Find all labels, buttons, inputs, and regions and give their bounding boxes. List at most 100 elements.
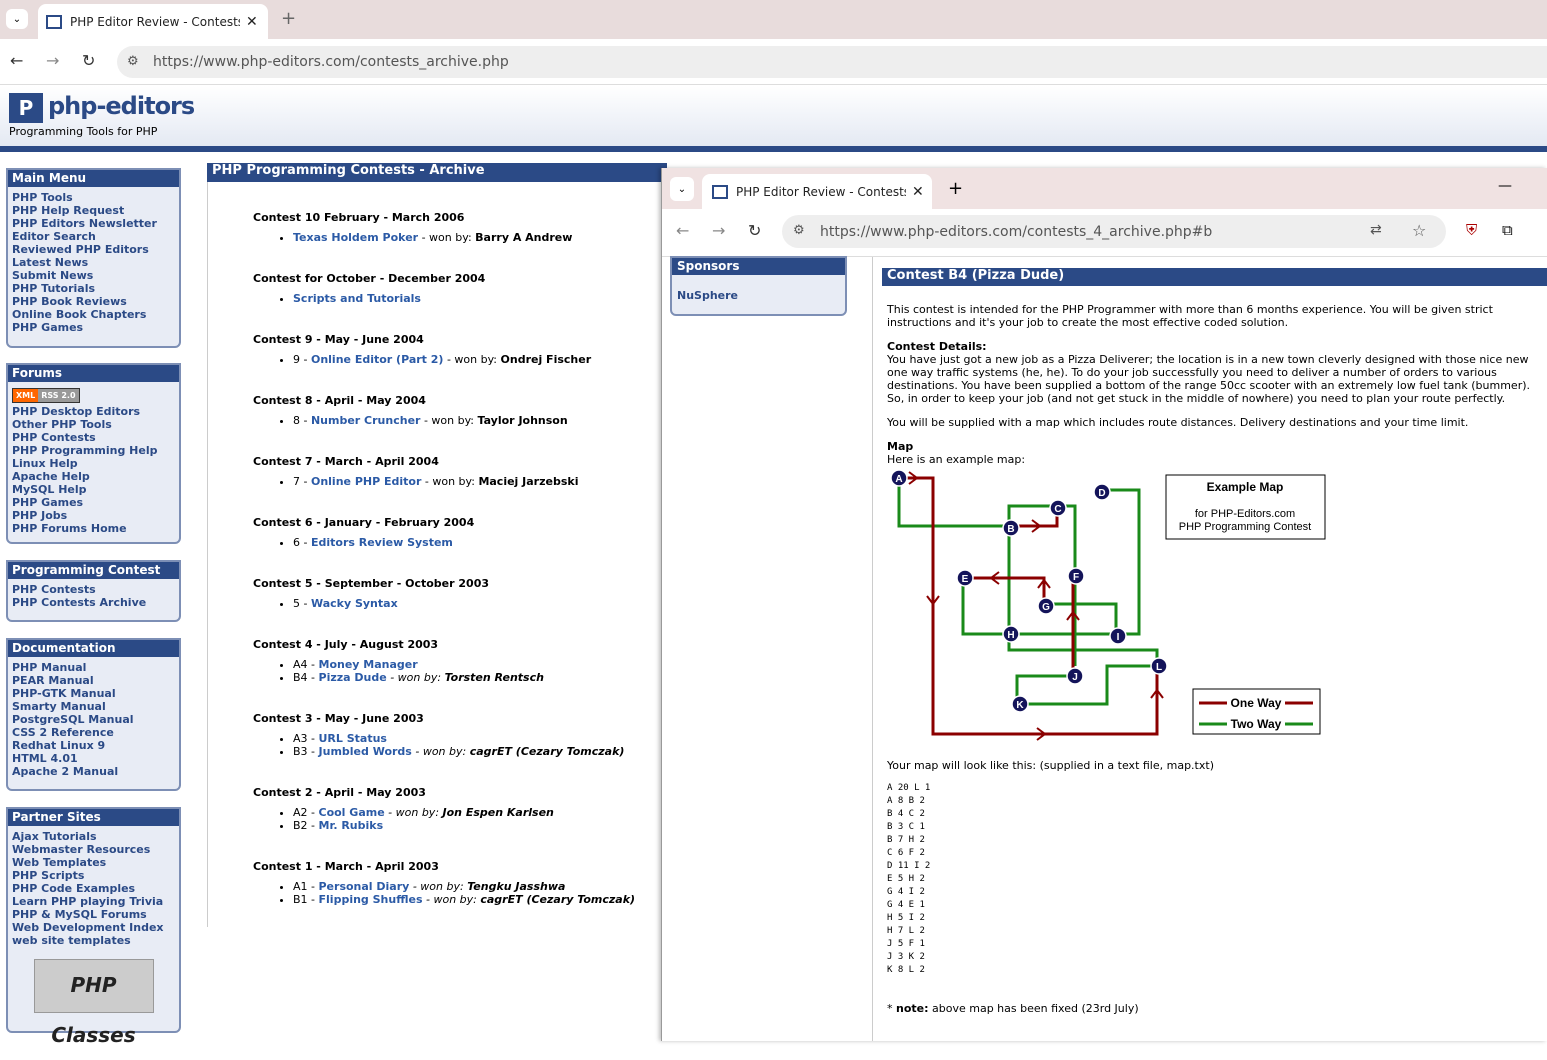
sidebar-link[interactable]: Apache 2 Manual (12, 765, 175, 778)
close-tab-icon[interactable]: ✕ (912, 184, 924, 200)
sidebar-link[interactable]: PHP Contests (12, 583, 175, 596)
sidebar-link[interactable]: MySQL Help (12, 483, 175, 496)
sidebar-link[interactable]: PHP & MySQL Forums (12, 908, 175, 921)
map-subtitle: Here is an example map: (887, 453, 1026, 466)
logo-icon[interactable]: P (9, 93, 43, 123)
back-icon[interactable]: ← (676, 221, 689, 240)
contest-block: Contest 7 - March - April 2004 7 - Online… (253, 455, 653, 488)
sidebar-link[interactable]: Linux Help (12, 457, 175, 470)
browser-tab-2[interactable]: PHP Editor Review - Contests 4 ✕ (702, 174, 932, 209)
sidebar-link[interactable]: PHP Games (12, 496, 175, 509)
contest-link[interactable]: Online Editor (Part 2) (311, 353, 443, 366)
sidebar-link[interactable]: PHP Help Request (12, 204, 175, 217)
sidebar-link[interactable]: Web Templates (12, 856, 175, 869)
sidebar-link[interactable]: Web Development Index (12, 921, 175, 934)
extension-shield-icon[interactable]: ⛨ (1466, 221, 1477, 239)
documentation-box: Documentation PHP Manual PEAR Manual PHP-G… (6, 638, 181, 791)
contest-entry: 6 - Editors Review System (293, 536, 653, 549)
sidebar-link[interactable]: PostgreSQL Manual (12, 713, 175, 726)
close-tab-icon[interactable]: ✕ (246, 14, 258, 30)
contest-link[interactable]: Pizza Dude (319, 671, 387, 684)
documentation-title: Documentation (8, 640, 179, 657)
reload-icon[interactable]: ↻ (748, 221, 761, 240)
contest-link[interactable]: Flipping Shuffles (319, 893, 423, 906)
back-icon[interactable]: ← (10, 51, 23, 70)
contest-link[interactable]: Money Manager (319, 658, 418, 671)
map-node-label: E (962, 574, 969, 585)
browser-tab[interactable]: PHP Editor Review - Contests A ✕ (38, 4, 268, 39)
sidebar-link[interactable]: HTML 4.01 (12, 752, 175, 765)
php-classes-banner[interactable]: PHP Classes (33, 959, 154, 1047)
rss-badge[interactable]: XML RSS 2.0 (12, 388, 80, 403)
new-tab-button[interactable]: + (281, 8, 296, 29)
header-divider (0, 146, 1547, 152)
contest-link[interactable]: Wacky Syntax (311, 597, 398, 610)
contest-link[interactable]: Cool Game (319, 806, 385, 819)
sidebar-link[interactable]: Smarty Manual (12, 700, 175, 713)
address-bar-2[interactable]: ⚙ https://www.php-editors.com/contests_4… (782, 215, 1446, 248)
sidebar-link[interactable]: PEAR Manual (12, 674, 175, 687)
sidebar-link[interactable]: Other PHP Tools (12, 418, 175, 431)
sidebar-link[interactable]: Editor Search (12, 230, 175, 243)
sidebar-link[interactable]: Redhat Linux 9 (12, 739, 175, 752)
tab-search-button[interactable]: ⌄ (6, 9, 28, 29)
sidebar-link[interactable]: Submit News (12, 269, 175, 282)
sidebar-link[interactable]: PHP Manual (12, 661, 175, 674)
sidebar-link[interactable]: Reviewed PHP Editors (12, 243, 175, 256)
sidebar-link[interactable]: PHP Editors Newsletter (12, 217, 175, 230)
sidebar-link[interactable]: PHP Scripts (12, 869, 175, 882)
contest-entry: Texas Holdem Poker - won by: Barry A And… (293, 231, 653, 244)
reload-icon[interactable]: ↻ (82, 51, 95, 70)
sidebar-link[interactable]: PHP Code Examples (12, 882, 175, 895)
contest-link[interactable]: Online PHP Editor (311, 475, 421, 488)
sidebar-link[interactable]: PHP Contests Archive (12, 596, 175, 609)
contest-link[interactable]: Editors Review System (311, 536, 453, 549)
contest-link[interactable]: URL Status (319, 732, 387, 745)
sidebar-link[interactable]: PHP Tools (12, 191, 175, 204)
sidebar-link[interactable]: Ajax Tutorials (12, 830, 175, 843)
site-info-icon[interactable]: ⚙ (793, 223, 805, 238)
nav-bar-2: ← → ↻ ⚙ https://www.php-editors.com/cont… (662, 209, 1547, 257)
contest-link[interactable]: Mr. Rubiks (319, 819, 384, 832)
contest-entries: 8 - Number Cruncher - won by: Taylor Joh… (253, 414, 653, 427)
contest-link[interactable]: Scripts and Tutorials (293, 292, 421, 305)
sidebar-link[interactable]: Online Book Chapters (12, 308, 175, 321)
map-node-label: G (1042, 602, 1050, 613)
sidebar-link[interactable]: CSS 2 Reference (12, 726, 175, 739)
sidebar-link[interactable]: Webmaster Resources (12, 843, 175, 856)
sidebar-link[interactable]: PHP Programming Help (12, 444, 175, 457)
sidebar-link[interactable]: PHP Desktop Editors (12, 405, 175, 418)
bookmark-star-icon[interactable]: ☆ (1412, 221, 1426, 240)
sponsor-link[interactable]: NuSphere (672, 275, 845, 314)
sidebar-link[interactable]: PHP Jobs (12, 509, 175, 522)
sidebar-link[interactable]: Latest News (12, 256, 175, 269)
contest-link[interactable]: Number Cruncher (311, 414, 420, 427)
minimize-icon[interactable]: — (1498, 178, 1512, 194)
forward-icon[interactable]: → (712, 221, 725, 240)
sidebar-link[interactable]: Learn PHP playing Trivia (12, 895, 175, 908)
contest-block: Contest 3 - May - June 2003 A3 - URL Stat… (253, 712, 653, 758)
address-bar[interactable]: ⚙ https://www.php-editors.com/contests_a… (117, 46, 1547, 78)
contest-block: Contest 2 - April - May 2003 A2 - Cool Ga… (253, 786, 653, 832)
sidebar-link[interactable]: Apache Help (12, 470, 175, 483)
sidebar-link[interactable]: PHP-GTK Manual (12, 687, 175, 700)
new-tab-button-2[interactable]: + (948, 178, 963, 199)
tab-search-button-2[interactable]: ⌄ (670, 177, 694, 201)
forward-icon[interactable]: → (46, 51, 59, 70)
translate-icon[interactable]: ⇄ (1370, 222, 1382, 238)
contest-entries: 7 - Online PHP Editor - won by: Maciej J… (253, 475, 653, 488)
sidebar-link[interactable]: PHP Contests (12, 431, 175, 444)
contest-block: Contest for October - December 2004 Scrip… (253, 272, 653, 305)
contest-link[interactable]: Personal Diary (319, 880, 410, 893)
sidebar-link[interactable]: PHP Games (12, 321, 175, 334)
sidebar-link[interactable]: PHP Tutorials (12, 282, 175, 295)
contest-link[interactable]: Texas Holdem Poker (293, 231, 418, 244)
sidebar-link[interactable]: PHP Forums Home (12, 522, 175, 535)
sidebar-link[interactable]: web site templates (12, 934, 175, 947)
site-info-icon[interactable]: ⚙ (127, 54, 139, 69)
contest-link[interactable]: Jumbled Words (319, 745, 412, 758)
extensions-puzzle-icon[interactable]: ⧉ (1502, 221, 1513, 239)
sidebar-link[interactable]: PHP Book Reviews (12, 295, 175, 308)
logo-text[interactable]: php-editors (48, 92, 195, 120)
forums-title: Forums (8, 365, 179, 382)
